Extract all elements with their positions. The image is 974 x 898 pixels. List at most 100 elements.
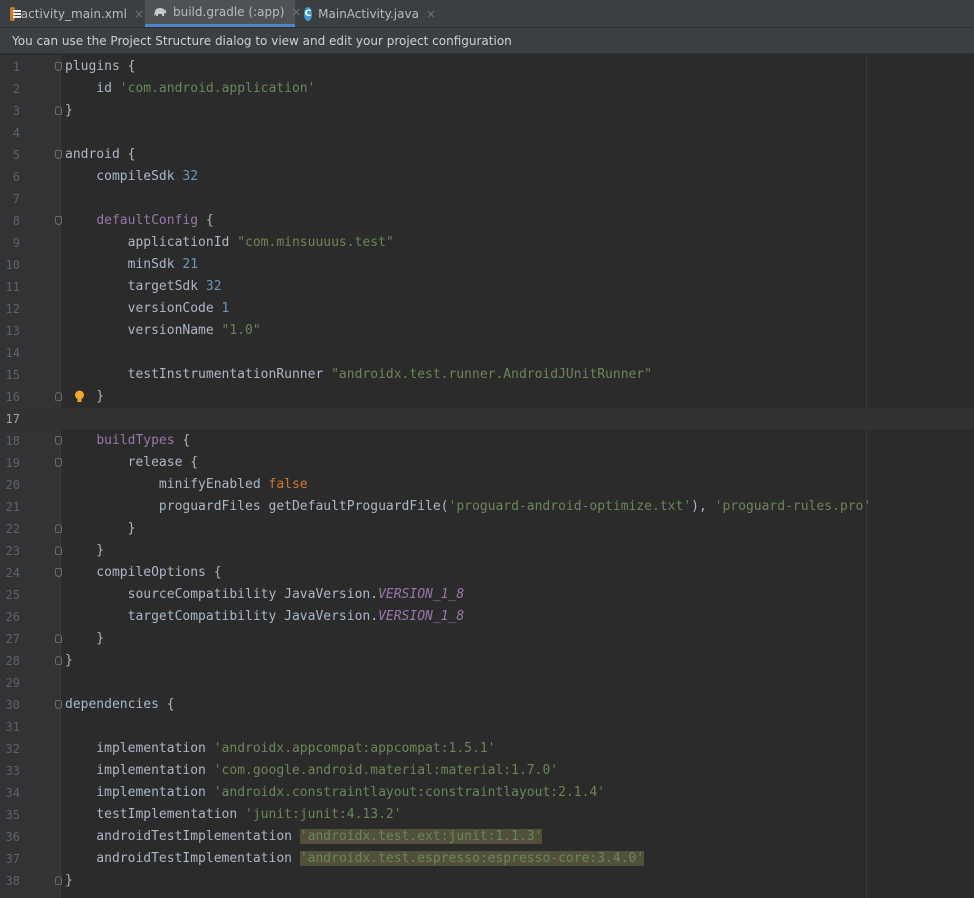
code-line[interactable]: 13 versionName "1.0": [0, 320, 974, 342]
line-number[interactable]: 8: [0, 210, 20, 232]
line-number[interactable]: 22: [0, 518, 20, 540]
code-line[interactable]: 25 sourceCompatibility JavaVersion.VERSI…: [0, 584, 974, 606]
code-line[interactable]: 20 minifyEnabled false: [0, 474, 974, 496]
code-line[interactable]: 31: [0, 716, 974, 738]
code-line[interactable]: 7: [0, 188, 974, 210]
line-number[interactable]: 26: [0, 606, 20, 628]
line-number[interactable]: 10: [0, 254, 20, 276]
line-number[interactable]: 21: [0, 496, 20, 518]
code-line[interactable]: 18 buildTypes {: [0, 430, 974, 452]
code-line[interactable]: 34 implementation 'androidx.constraintla…: [0, 782, 974, 804]
line-number[interactable]: 32: [0, 738, 20, 760]
code-line[interactable]: 37 androidTestImplementation 'androidx.t…: [0, 848, 974, 870]
code-line[interactable]: 3}: [0, 100, 974, 122]
code-line[interactable]: 35 testImplementation 'junit:junit:4.13.…: [0, 804, 974, 826]
code-line[interactable]: 16 }: [0, 386, 974, 408]
line-number[interactable]: 12: [0, 298, 20, 320]
fold-marker-icon[interactable]: [55, 458, 62, 467]
code-line[interactable]: 11 targetSdk 32: [0, 276, 974, 298]
code-line[interactable]: 36 androidTestImplementation 'androidx.t…: [0, 826, 974, 848]
code-line[interactable]: 23 }: [0, 540, 974, 562]
fold-marker-icon[interactable]: [55, 634, 62, 643]
code-line[interactable]: 22 }: [0, 518, 974, 540]
code-line[interactable]: 1 plugins {: [0, 56, 974, 78]
fold-marker-icon[interactable]: [55, 62, 62, 71]
code-line[interactable]: 6 compileSdk 32: [0, 166, 974, 188]
code-line[interactable]: 4: [0, 122, 974, 144]
code-line[interactable]: 21 proguardFiles getDefaultProguardFile(…: [0, 496, 974, 518]
line-number[interactable]: 4: [0, 122, 20, 144]
fold-marker-icon[interactable]: [55, 150, 62, 159]
code-token: false: [268, 477, 308, 492]
project-structure-notification-banner[interactable]: You can use the Project Structure dialog…: [0, 28, 974, 54]
line-number[interactable]: 19: [0, 452, 20, 474]
code-line[interactable]: 19 release {: [0, 452, 974, 474]
code-line[interactable]: 28}: [0, 650, 974, 672]
line-number[interactable]: 33: [0, 760, 20, 782]
line-number[interactable]: 31: [0, 716, 20, 738]
close-icon[interactable]: ×: [134, 7, 144, 21]
line-number[interactable]: 28: [0, 650, 20, 672]
code-line[interactable]: 9 applicationId "com.minsuuuus.test": [0, 232, 974, 254]
line-number[interactable]: 23: [0, 540, 20, 562]
line-number[interactable]: 18: [0, 430, 20, 452]
code-line[interactable]: 10 minSdk 21: [0, 254, 974, 276]
line-number[interactable]: 36: [0, 826, 20, 848]
fold-marker-icon[interactable]: [55, 546, 62, 555]
line-number[interactable]: 11: [0, 276, 20, 298]
tab-main-activity-java[interactable]: C MainActivity.java ×: [296, 0, 436, 27]
line-number[interactable]: 6: [0, 166, 20, 188]
code-editor[interactable]: 1 plugins {2 id 'com.android.application'…: [0, 55, 974, 898]
line-number[interactable]: 38: [0, 870, 20, 892]
line-number[interactable]: 2: [0, 78, 20, 100]
code-line[interactable]: 15 testInstrumentationRunner "androidx.t…: [0, 364, 974, 386]
code-line[interactable]: 29: [0, 672, 974, 694]
fold-marker-icon[interactable]: [55, 656, 62, 665]
code-line[interactable]: 30 dependencies {: [0, 694, 974, 716]
fold-marker-icon[interactable]: [55, 700, 62, 709]
code-token: compileOptions {: [65, 565, 222, 580]
fold-marker-icon[interactable]: [55, 876, 62, 885]
code-line[interactable]: 8 defaultConfig {: [0, 210, 974, 232]
line-number[interactable]: 16: [0, 386, 20, 408]
line-number[interactable]: 7: [0, 188, 20, 210]
line-number[interactable]: 34: [0, 782, 20, 804]
fold-marker-icon[interactable]: [55, 392, 62, 401]
line-number[interactable]: 20: [0, 474, 20, 496]
line-number[interactable]: 9: [0, 232, 20, 254]
fold-marker-icon[interactable]: [55, 216, 62, 225]
line-number[interactable]: 25: [0, 584, 20, 606]
line-number[interactable]: 14: [0, 342, 20, 364]
code-line[interactable]: 38}: [0, 870, 974, 892]
line-number[interactable]: 3: [0, 100, 20, 122]
code-line[interactable]: 33 implementation 'com.google.android.ma…: [0, 760, 974, 782]
tab-build-gradle-app[interactable]: build.gradle (:app) ×: [145, 0, 301, 27]
fold-marker-icon[interactable]: [55, 436, 62, 445]
code-line[interactable]: 32 implementation 'androidx.appcompat:ap…: [0, 738, 974, 760]
fold-marker-icon[interactable]: [55, 524, 62, 533]
code-line[interactable]: 27 }: [0, 628, 974, 650]
close-icon[interactable]: ×: [426, 7, 436, 21]
line-number[interactable]: 1: [0, 56, 20, 78]
line-number[interactable]: 27: [0, 628, 20, 650]
code-line[interactable]: 5 android {: [0, 144, 974, 166]
code-line[interactable]: 26 targetCompatibility JavaVersion.VERSI…: [0, 606, 974, 628]
code-line[interactable]: 17: [0, 408, 974, 430]
line-number[interactable]: 15: [0, 364, 20, 386]
tab-activity-main-xml[interactable]: activity_main.xml ×: [0, 0, 144, 27]
line-number[interactable]: 24: [0, 562, 20, 584]
line-number[interactable]: 37: [0, 848, 20, 870]
line-number[interactable]: 29: [0, 672, 20, 694]
code-line[interactable]: 12 versionCode 1: [0, 298, 974, 320]
line-number[interactable]: 13: [0, 320, 20, 342]
code-line[interactable]: 2 id 'com.android.application': [0, 78, 974, 100]
fold-marker-icon[interactable]: [55, 106, 62, 115]
line-number[interactable]: 5: [0, 144, 20, 166]
code-line[interactable]: 24 compileOptions {: [0, 562, 974, 584]
line-number[interactable]: 30: [0, 694, 20, 716]
code-token: release {: [65, 455, 199, 470]
code-line[interactable]: 14: [0, 342, 974, 364]
line-number[interactable]: 35: [0, 804, 20, 826]
fold-marker-icon[interactable]: [55, 568, 62, 577]
line-number[interactable]: 17: [0, 408, 20, 430]
